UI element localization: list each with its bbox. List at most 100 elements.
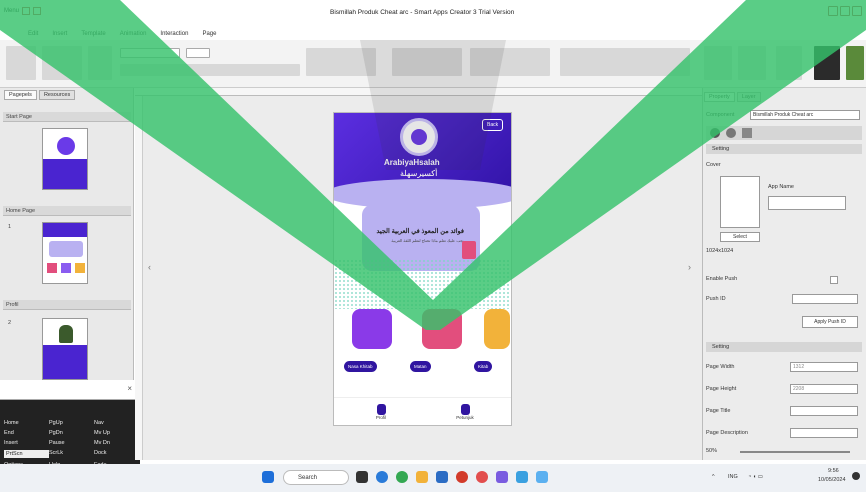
cover-preview[interactable] — [720, 176, 760, 228]
key-pause[interactable]: Pause — [49, 440, 94, 446]
key-end[interactable]: End — [4, 430, 49, 436]
page-title-input[interactable] — [790, 406, 858, 416]
app-name-input[interactable] — [768, 196, 846, 210]
menu-insert[interactable]: Insert — [52, 31, 67, 37]
section-start-page[interactable]: Start Page — [3, 112, 131, 122]
publish-button[interactable] — [846, 46, 864, 80]
key-pgup[interactable]: PgUp — [49, 420, 94, 426]
edge-icon[interactable] — [376, 471, 388, 483]
arrange-group[interactable] — [560, 48, 690, 76]
app-icon[interactable] — [496, 471, 508, 483]
preview-button[interactable] — [814, 46, 840, 80]
wifi-volume-icon[interactable]: ◔ ◖ ▭ — [748, 474, 763, 480]
link-icon[interactable] — [742, 128, 752, 138]
restore-icon[interactable] — [840, 6, 850, 16]
tab-pages[interactable]: Pagepels — [4, 90, 37, 100]
paragraph-group[interactable] — [392, 48, 462, 76]
matan-button[interactable]: Matan — [410, 361, 431, 372]
clock-time[interactable]: 9:56 — [828, 468, 839, 474]
text-button[interactable] — [738, 46, 766, 80]
window-title: Bismillah Produk Cheat arc - Smart Apps … — [330, 9, 515, 16]
page-thumbnail-start[interactable] — [42, 128, 88, 190]
format-painter-group[interactable] — [306, 48, 376, 76]
setting-header[interactable]: Setting — [706, 144, 862, 154]
key-mvup[interactable]: Mv Up — [94, 430, 139, 436]
component-select[interactable]: Bismillah Produk Cheat arc — [750, 110, 860, 120]
select-button[interactable]: Select — [720, 232, 760, 242]
word-icon[interactable] — [436, 471, 448, 483]
page-height-input[interactable]: 2208 — [790, 384, 858, 394]
text-format-group[interactable] — [120, 64, 300, 76]
chrome-icon[interactable] — [396, 471, 408, 483]
key-prtscn[interactable]: PrtScn — [4, 450, 49, 458]
prev-page-arrow-icon[interactable]: ‹ — [148, 262, 151, 272]
tab-resources[interactable]: Resources — [38, 90, 76, 100]
nav-profil[interactable]: Profil — [366, 404, 396, 421]
browser-icon[interactable] — [476, 471, 488, 483]
task-view-icon[interactable] — [356, 471, 368, 483]
close-icon[interactable]: × — [127, 384, 132, 393]
tab-layer[interactable]: Layer — [736, 92, 761, 102]
language-indicator[interactable]: ING — [728, 474, 738, 480]
save-icon[interactable] — [22, 7, 31, 15]
page-thumbnail-home[interactable] — [42, 222, 88, 284]
zoom-slider[interactable] — [740, 451, 850, 453]
push-id-input[interactable] — [792, 294, 858, 304]
clipboard-group[interactable] — [42, 46, 82, 80]
smart-apps-icon[interactable] — [516, 471, 528, 483]
editing-header[interactable]: Setting — [706, 342, 862, 352]
tab-property[interactable]: Property — [704, 92, 735, 102]
kitab-button[interactable]: Kitab — [474, 361, 493, 372]
key-mvdn[interactable]: Mv Dn — [94, 440, 139, 446]
menu-edit[interactable]: Edit — [28, 31, 38, 37]
key-home[interactable]: Home — [4, 420, 49, 426]
print-button[interactable] — [776, 46, 802, 80]
minimize-icon[interactable] — [828, 6, 838, 16]
enable-push-checkbox[interactable] — [830, 276, 838, 284]
opera-icon[interactable] — [456, 471, 468, 483]
key-scrlk[interactable]: ScrLk — [49, 450, 94, 458]
apply-push-id-button[interactable]: Apply Push ID — [802, 316, 858, 328]
key-insert[interactable]: Insert — [4, 440, 49, 446]
stacked-books-icon[interactable] — [422, 309, 462, 349]
menu-label[interactable]: Menu — [4, 8, 19, 14]
menu-template[interactable]: Template — [81, 31, 105, 37]
paste-button[interactable] — [6, 46, 36, 80]
settings-icon[interactable] — [726, 128, 736, 138]
undo-icon[interactable] — [33, 7, 42, 15]
settings-app-icon[interactable] — [536, 471, 548, 483]
view-button[interactable] — [88, 46, 112, 80]
page-height-label: Page Height — [706, 386, 737, 392]
book-abc-icon[interactable] — [352, 309, 392, 349]
menu-animation[interactable]: Animation — [120, 31, 147, 37]
font-size-select[interactable] — [186, 48, 210, 58]
image-button[interactable] — [704, 46, 732, 80]
close-icon[interactable] — [852, 6, 862, 16]
phone-page-preview[interactable]: Back ArabiyaHsalah أكسيرسهلة فوائد من ال… — [333, 112, 512, 426]
section-profil[interactable]: Profil — [3, 300, 131, 310]
tray-chevron-icon[interactable]: ^ — [712, 474, 715, 480]
key-nav[interactable]: Nav — [94, 420, 139, 426]
page-description-input[interactable] — [790, 428, 858, 438]
key-dock[interactable]: Dock — [94, 450, 139, 458]
font-name-select[interactable] — [120, 48, 180, 58]
key-pgdn[interactable]: PgDn — [49, 430, 94, 436]
start-icon[interactable] — [262, 471, 274, 483]
page-thumbnail-profil[interactable] — [42, 318, 88, 380]
folder-icon[interactable] — [416, 471, 428, 483]
back-button[interactable]: Back — [482, 119, 504, 131]
gift-icon — [462, 241, 476, 259]
page-width-input[interactable]: 1312 — [790, 362, 858, 372]
nav-petunjuk[interactable]: Petunjuk — [450, 404, 480, 421]
menu-interaction[interactable]: Interaction — [160, 31, 188, 37]
gear-icon[interactable] — [710, 128, 720, 138]
section-home-page[interactable]: Home Page — [3, 206, 131, 216]
nasa-khitab-button[interactable]: Nasa Khitab — [344, 361, 377, 372]
kitab-icon[interactable] — [484, 309, 510, 349]
clock-date[interactable]: 10/05/2024 — [818, 477, 846, 483]
next-page-arrow-icon[interactable]: › — [688, 262, 691, 272]
menu-page[interactable]: Page — [202, 31, 216, 37]
notification-icon[interactable] — [852, 472, 860, 480]
taskbar-search[interactable]: Search — [283, 470, 349, 485]
align-group[interactable] — [470, 48, 550, 76]
